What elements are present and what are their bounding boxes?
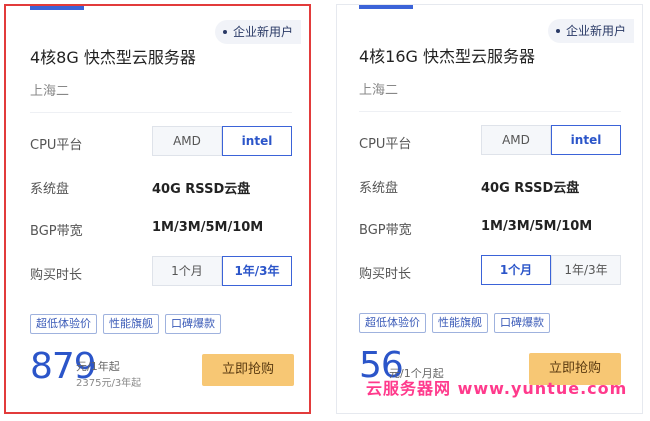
bandwidth-label: BGP带宽 xyxy=(359,223,412,238)
buy-now-button[interactable]: 立即抢购 xyxy=(202,354,294,386)
tag-low-price: 超低体验价 xyxy=(359,313,426,333)
badge-dot-icon xyxy=(222,30,227,34)
cpu-option-intel[interactable]: intel xyxy=(222,126,292,156)
divider xyxy=(359,111,621,112)
card-accent-bar xyxy=(359,5,413,9)
divider xyxy=(30,112,292,113)
price-sub: 2375元/3年起 xyxy=(76,378,142,389)
duration-option-1-3-year[interactable]: 1年/3年 xyxy=(551,255,621,285)
duration-selector: 1个月 1年/3年 xyxy=(152,256,292,286)
duration-selector: 1个月 1年/3年 xyxy=(481,255,621,285)
cpu-platform-selector: AMD intel xyxy=(481,125,621,155)
feature-tags: 超低体验价 性能旗舰 口碑爆款 xyxy=(30,314,221,334)
cpu-platform-label: CPU平台 xyxy=(30,138,83,153)
badge-label: 企业新用户 xyxy=(232,25,293,39)
region-label: 上海二 xyxy=(359,83,399,98)
system-disk-value: 40G RSSD云盘 xyxy=(481,181,580,196)
badge-label: 企业新用户 xyxy=(565,24,626,38)
bandwidth-value: 1M/3M/5M/10M xyxy=(481,219,593,234)
cpu-option-amd[interactable]: AMD xyxy=(481,125,551,155)
cpu-platform-selector: AMD intel xyxy=(152,126,292,156)
tag-low-price: 超低体验价 xyxy=(30,314,97,334)
bandwidth-label: BGP带宽 xyxy=(30,224,83,239)
cpu-platform-label: CPU平台 xyxy=(359,137,412,152)
cpu-option-intel[interactable]: intel xyxy=(551,125,621,155)
duration-option-1-3-year[interactable]: 1年/3年 xyxy=(222,256,292,286)
product-title: 4核16G 快杰型云服务器 xyxy=(359,47,536,66)
site-watermark: 云服务器网 www.yuntue.com xyxy=(366,379,628,398)
new-enterprise-badge: 企业新用户 xyxy=(214,20,301,44)
region-label: 上海二 xyxy=(30,84,70,99)
tag-popular: 口碑爆款 xyxy=(494,313,550,333)
product-card-4c8g: 企业新用户 4核8G 快杰型云服务器 上海二 CPU平台 AMD intel 系… xyxy=(4,4,311,414)
duration-label: 购买时长 xyxy=(359,267,412,282)
feature-tags: 超低体验价 性能旗舰 口碑爆款 xyxy=(359,313,550,333)
product-title: 4核8G 快杰型云服务器 xyxy=(30,48,196,67)
cpu-option-amd[interactable]: AMD xyxy=(152,126,222,156)
duration-option-1-month[interactable]: 1个月 xyxy=(152,256,222,286)
duration-option-1-month[interactable]: 1个月 xyxy=(481,255,551,285)
tag-popular: 口碑爆款 xyxy=(165,314,221,334)
system-disk-label: 系统盘 xyxy=(359,181,399,196)
new-enterprise-badge: 企业新用户 xyxy=(547,19,634,43)
system-disk-value: 40G RSSD云盘 xyxy=(152,182,251,197)
bandwidth-value: 1M/3M/5M/10M xyxy=(152,220,264,235)
badge-dot-icon xyxy=(555,29,560,33)
product-card-4c16g: 企业新用户 4核16G 快杰型云服务器 上海二 CPU平台 AMD intel … xyxy=(336,4,643,414)
tag-performance: 性能旗舰 xyxy=(103,314,159,334)
tag-performance: 性能旗舰 xyxy=(432,313,488,333)
price-unit: 元/1年起 xyxy=(76,360,120,373)
card-accent-bar xyxy=(30,6,84,10)
duration-label: 购买时长 xyxy=(30,268,83,283)
system-disk-label: 系统盘 xyxy=(30,182,70,197)
